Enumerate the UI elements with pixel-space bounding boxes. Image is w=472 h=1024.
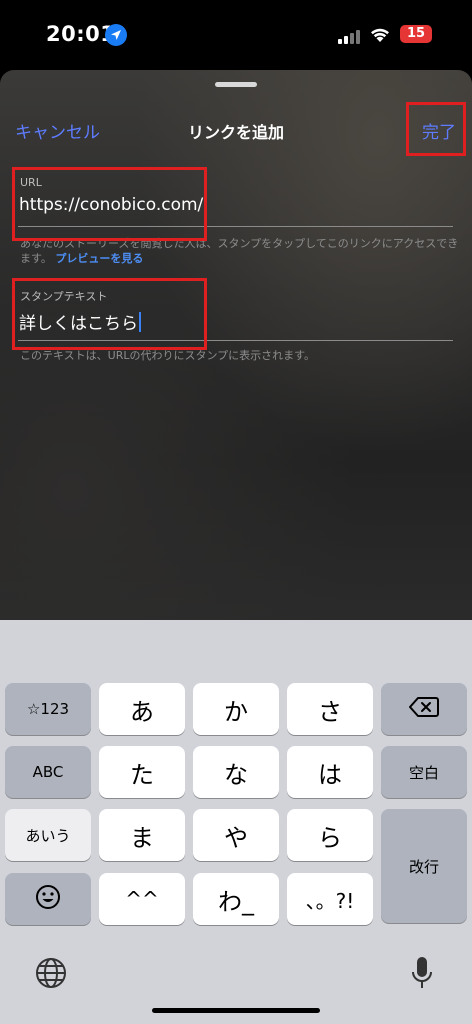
sticker-text-help: このテキストは、URLの代わりにスタンプに表示されます。	[20, 349, 316, 362]
wifi-icon	[368, 24, 392, 48]
microphone-icon[interactable]	[410, 955, 434, 995]
key-ya[interactable]: や	[193, 809, 279, 861]
battery-level: 15	[406, 26, 426, 41]
key-na[interactable]: な	[193, 746, 279, 798]
key-a[interactable]: あ	[99, 683, 185, 735]
key-ka[interactable]: か	[193, 683, 279, 735]
backspace-key[interactable]	[381, 683, 467, 735]
key-punctuation[interactable]: 、。?!	[287, 873, 373, 925]
home-indicator[interactable]	[152, 1008, 320, 1013]
emoji-icon	[35, 884, 61, 914]
done-highlight-box	[406, 102, 466, 156]
key-sa[interactable]: さ	[287, 683, 373, 735]
space-key[interactable]: 空白	[381, 746, 467, 798]
battery-icon: 15	[400, 25, 432, 43]
return-key[interactable]: 改行	[381, 809, 467, 923]
add-link-sheet: キャンセル リンクを追加 完了 URL https://conobico.com…	[0, 70, 472, 630]
key-kaomoji[interactable]: ^^	[99, 873, 185, 925]
key-wa[interactable]: わ_	[193, 873, 279, 925]
key-ra[interactable]: ら	[287, 809, 373, 861]
key-ta[interactable]: た	[99, 746, 185, 798]
url-highlight-box	[12, 167, 207, 241]
location-arrow-icon	[105, 24, 127, 46]
status-bar: 20:01 15	[0, 0, 472, 70]
key-hiragana[interactable]: あいう	[5, 809, 91, 861]
key-numbers[interactable]: ☆123	[5, 683, 91, 735]
key-ma[interactable]: ま	[99, 809, 185, 861]
emoji-key[interactable]	[5, 873, 91, 925]
sheet-grabber[interactable]	[215, 82, 257, 87]
key-abc[interactable]: ABC	[5, 746, 91, 798]
sticker-highlight-box	[12, 278, 207, 350]
key-ha[interactable]: は	[287, 746, 373, 798]
sheet-title: リンクを追加	[187, 123, 284, 142]
signal-icon	[338, 28, 362, 44]
globe-icon[interactable]	[34, 956, 68, 994]
preview-link[interactable]: プレビューを見る	[55, 252, 143, 265]
backspace-icon	[409, 696, 439, 722]
